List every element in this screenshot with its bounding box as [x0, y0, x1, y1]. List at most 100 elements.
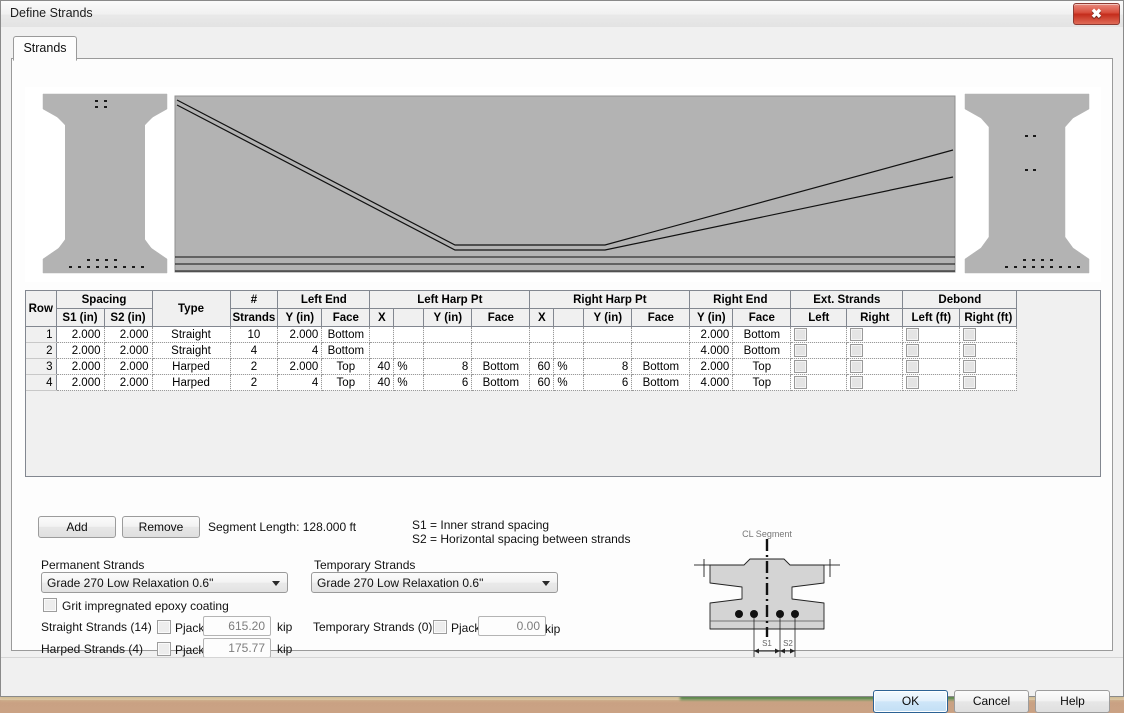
debond-right-checkbox[interactable] — [963, 360, 976, 373]
straight-pjack-checkbox[interactable] — [157, 620, 171, 634]
col-right-harp-x[interactable]: X — [530, 309, 554, 327]
add-button[interactable]: Add — [38, 516, 116, 538]
cell-lh-x[interactable]: 40 — [370, 375, 394, 391]
cell-s1[interactable]: 2.000 — [56, 375, 104, 391]
cell-rh-x[interactable] — [530, 327, 554, 343]
cell-le-face[interactable]: Top — [322, 375, 370, 391]
cell-rh-x[interactable] — [530, 343, 554, 359]
cell-ext-strands-right[interactable] — [847, 343, 903, 359]
col-left-harp-x[interactable]: X — [370, 309, 394, 327]
ext-strands-left-checkbox[interactable] — [794, 360, 807, 373]
close-button[interactable]: ✖ — [1073, 3, 1120, 25]
cell-ext-strands-left[interactable] — [791, 327, 847, 343]
col-right-end-y[interactable]: Y (in) — [690, 309, 733, 327]
cell-ext-strands-left[interactable] — [791, 359, 847, 375]
ext-strands-right-checkbox[interactable] — [850, 376, 863, 389]
cell-re-face[interactable]: Top — [733, 359, 791, 375]
help-button[interactable]: Help — [1035, 690, 1110, 713]
cell-type[interactable]: Harped — [152, 375, 230, 391]
cell-re-face[interactable]: Bottom — [733, 343, 791, 359]
col-row[interactable]: Row — [26, 291, 56, 327]
debond-right-checkbox[interactable] — [963, 328, 976, 341]
colgroup-right-harp-pt[interactable]: Right Harp Pt — [530, 291, 690, 309]
cell-ext-strands-right[interactable] — [847, 375, 903, 391]
ext-strands-left-checkbox[interactable] — [794, 344, 807, 357]
cell-s2[interactable]: 2.000 — [104, 359, 152, 375]
cell-s1[interactable]: 2.000 — [56, 327, 104, 343]
cell-le-y[interactable]: 2.000 — [278, 359, 322, 375]
row-header-cell[interactable]: 3 — [26, 359, 56, 375]
col-left-harp-y[interactable]: Y (in) — [424, 309, 472, 327]
remove-button[interactable]: Remove — [122, 516, 200, 538]
col-s1[interactable]: S1 (in) — [56, 309, 104, 327]
col-left-harp-unit[interactable] — [394, 309, 424, 327]
cell-lh-x[interactable] — [370, 327, 394, 343]
ext-strands-right-checkbox[interactable] — [850, 344, 863, 357]
cell-lh-unit[interactable]: % — [394, 359, 424, 375]
harped-pjack-input[interactable]: 175.77 — [203, 638, 271, 658]
cell-re-y[interactable]: 4.000 — [690, 375, 733, 391]
cell-ext-strands-left[interactable] — [791, 343, 847, 359]
debond-left-checkbox[interactable] — [906, 344, 919, 357]
ext-strands-right-checkbox[interactable] — [850, 360, 863, 373]
cell-le-y[interactable]: 4 — [278, 343, 322, 359]
table-row[interactable]: 42.0002.000Harped24Top40%6Bottom60%6Bott… — [26, 375, 1017, 391]
cell-lh-y[interactable]: 6 — [424, 375, 472, 391]
cell-s2[interactable]: 2.000 — [104, 327, 152, 343]
cell-ext-strands-right[interactable] — [847, 327, 903, 343]
temporary-pjack-input[interactable]: 0.00 — [478, 616, 546, 636]
cell-rh-unit[interactable]: % — [554, 359, 584, 375]
colgroup-ext-strands[interactable]: Ext. Strands — [791, 291, 903, 309]
cell-rh-y[interactable] — [584, 327, 632, 343]
ok-button[interactable]: OK — [873, 690, 948, 713]
cell-le-face[interactable]: Top — [322, 359, 370, 375]
cell-s2[interactable]: 2.000 — [104, 375, 152, 391]
cell-rh-face[interactable]: Bottom — [632, 375, 690, 391]
temporary-strand-material-select[interactable]: Grade 270 Low Relaxation 0.6" — [311, 572, 558, 593]
cell-rh-y[interactable]: 6 — [584, 375, 632, 391]
cell-rh-y[interactable] — [584, 343, 632, 359]
cell-rh-face[interactable] — [632, 343, 690, 359]
dialog-titlebar[interactable]: Define Strands ✖ — [1, 1, 1123, 28]
cell-debond-left[interactable] — [903, 359, 960, 375]
col-right-harp-y[interactable]: Y (in) — [584, 309, 632, 327]
ext-strands-right-checkbox[interactable] — [850, 328, 863, 341]
cell-type[interactable]: Harped — [152, 359, 230, 375]
table-row[interactable]: 22.0002.000Straight44Bottom4.000Bottom — [26, 343, 1017, 359]
cell-nstrands[interactable]: 2 — [230, 359, 278, 375]
cell-rh-x[interactable]: 60 — [530, 359, 554, 375]
table-row[interactable]: 12.0002.000Straight102.000Bottom2.000Bot… — [26, 327, 1017, 343]
cell-lh-y[interactable] — [424, 343, 472, 359]
cell-debond-right[interactable] — [960, 375, 1017, 391]
cell-re-y[interactable]: 2.000 — [690, 359, 733, 375]
straight-pjack-input[interactable]: 615.20 — [203, 616, 271, 636]
row-header-cell[interactable]: 2 — [26, 343, 56, 359]
cell-rh-face[interactable] — [632, 327, 690, 343]
col-right-harp-unit[interactable] — [554, 309, 584, 327]
permanent-strand-material-select[interactable]: Grade 270 Low Relaxation 0.6" — [41, 572, 288, 593]
cell-re-y[interactable]: 2.000 — [690, 327, 733, 343]
tab-strands[interactable]: Strands — [13, 36, 77, 61]
col-ext-right[interactable]: Right — [847, 309, 903, 327]
row-header-cell[interactable]: 1 — [26, 327, 56, 343]
debond-right-checkbox[interactable] — [963, 344, 976, 357]
col-numstrands-top[interactable]: # — [230, 291, 278, 309]
cell-debond-left[interactable] — [903, 375, 960, 391]
cell-debond-right[interactable] — [960, 359, 1017, 375]
cell-lh-y[interactable] — [424, 327, 472, 343]
debond-left-checkbox[interactable] — [906, 328, 919, 341]
harped-pjack-checkbox[interactable] — [157, 642, 171, 656]
cell-nstrands[interactable]: 4 — [230, 343, 278, 359]
cell-lh-face[interactable]: Bottom — [472, 375, 530, 391]
cell-rh-unit[interactable] — [554, 343, 584, 359]
row-header-cell[interactable]: 4 — [26, 375, 56, 391]
temporary-pjack-checkbox[interactable] — [433, 620, 447, 634]
cell-lh-unit[interactable] — [394, 327, 424, 343]
cell-ext-strands-right[interactable] — [847, 359, 903, 375]
colgroup-left-end[interactable]: Left End — [278, 291, 370, 309]
debond-left-checkbox[interactable] — [906, 360, 919, 373]
col-left-end-face[interactable]: Face — [322, 309, 370, 327]
col-right-harp-face[interactable]: Face — [632, 309, 690, 327]
debond-left-checkbox[interactable] — [906, 376, 919, 389]
cell-debond-right[interactable] — [960, 327, 1017, 343]
